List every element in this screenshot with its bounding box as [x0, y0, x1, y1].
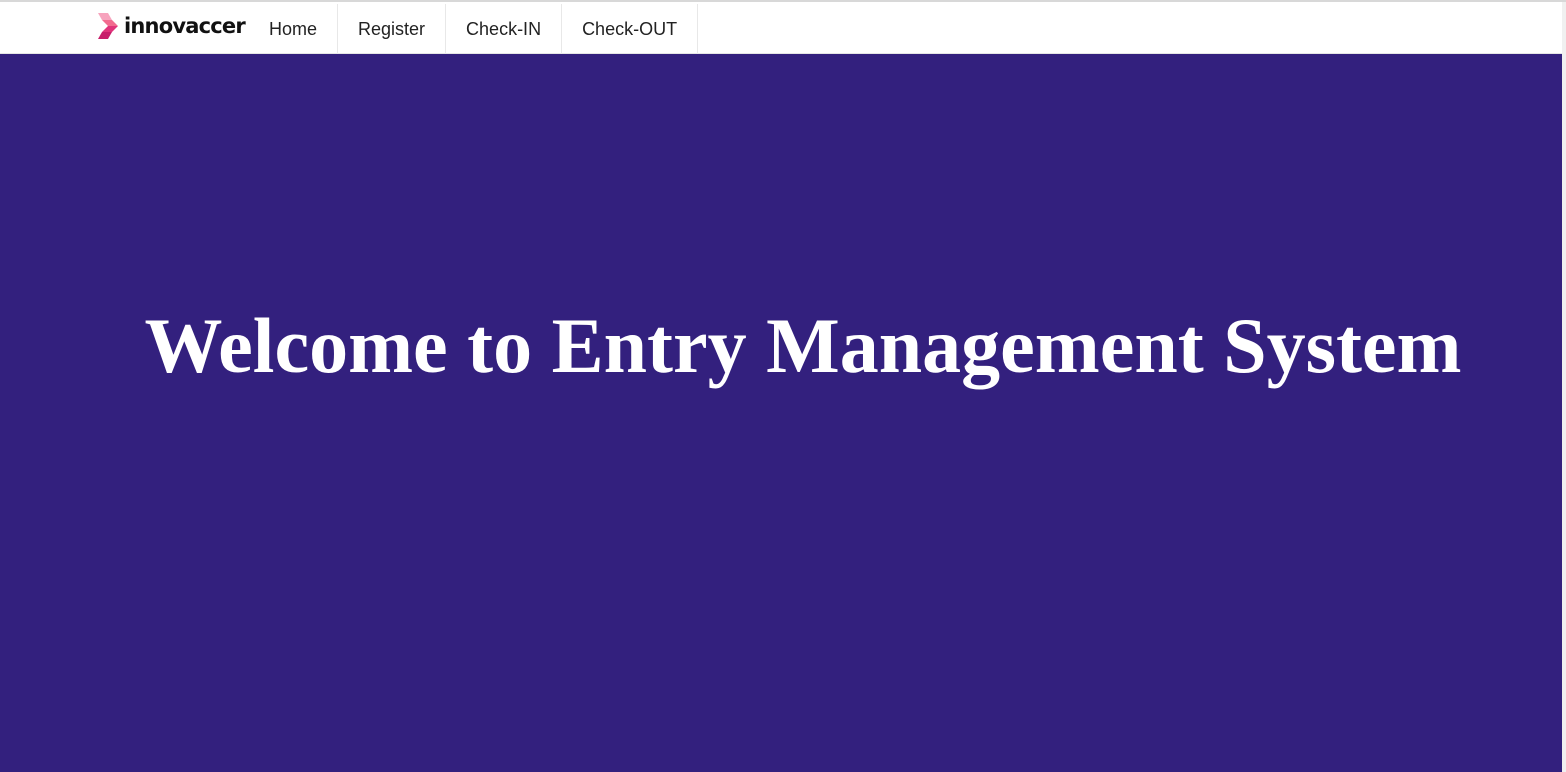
innovaccer-logo-icon: [98, 13, 120, 39]
nav-item-home[interactable]: Home: [252, 4, 339, 55]
navbar: innovaccer Home Register Check-IN Check-…: [0, 2, 1566, 55]
brand-name: innovaccer: [124, 14, 246, 38]
main-nav: Home Register Check-IN Check-OUT: [252, 4, 699, 55]
nav-item-check-in[interactable]: Check-IN: [446, 4, 563, 55]
scrollbar[interactable]: [1562, 2, 1566, 772]
hero-title: Welcome to Entry Management System: [144, 302, 1462, 389]
nav-item-register[interactable]: Register: [338, 4, 447, 55]
brand-logo-link[interactable]: innovaccer: [98, 11, 246, 41]
nav-item-check-out[interactable]: Check-OUT: [562, 4, 699, 55]
hero-banner: Welcome to Entry Management System: [0, 54, 1562, 772]
